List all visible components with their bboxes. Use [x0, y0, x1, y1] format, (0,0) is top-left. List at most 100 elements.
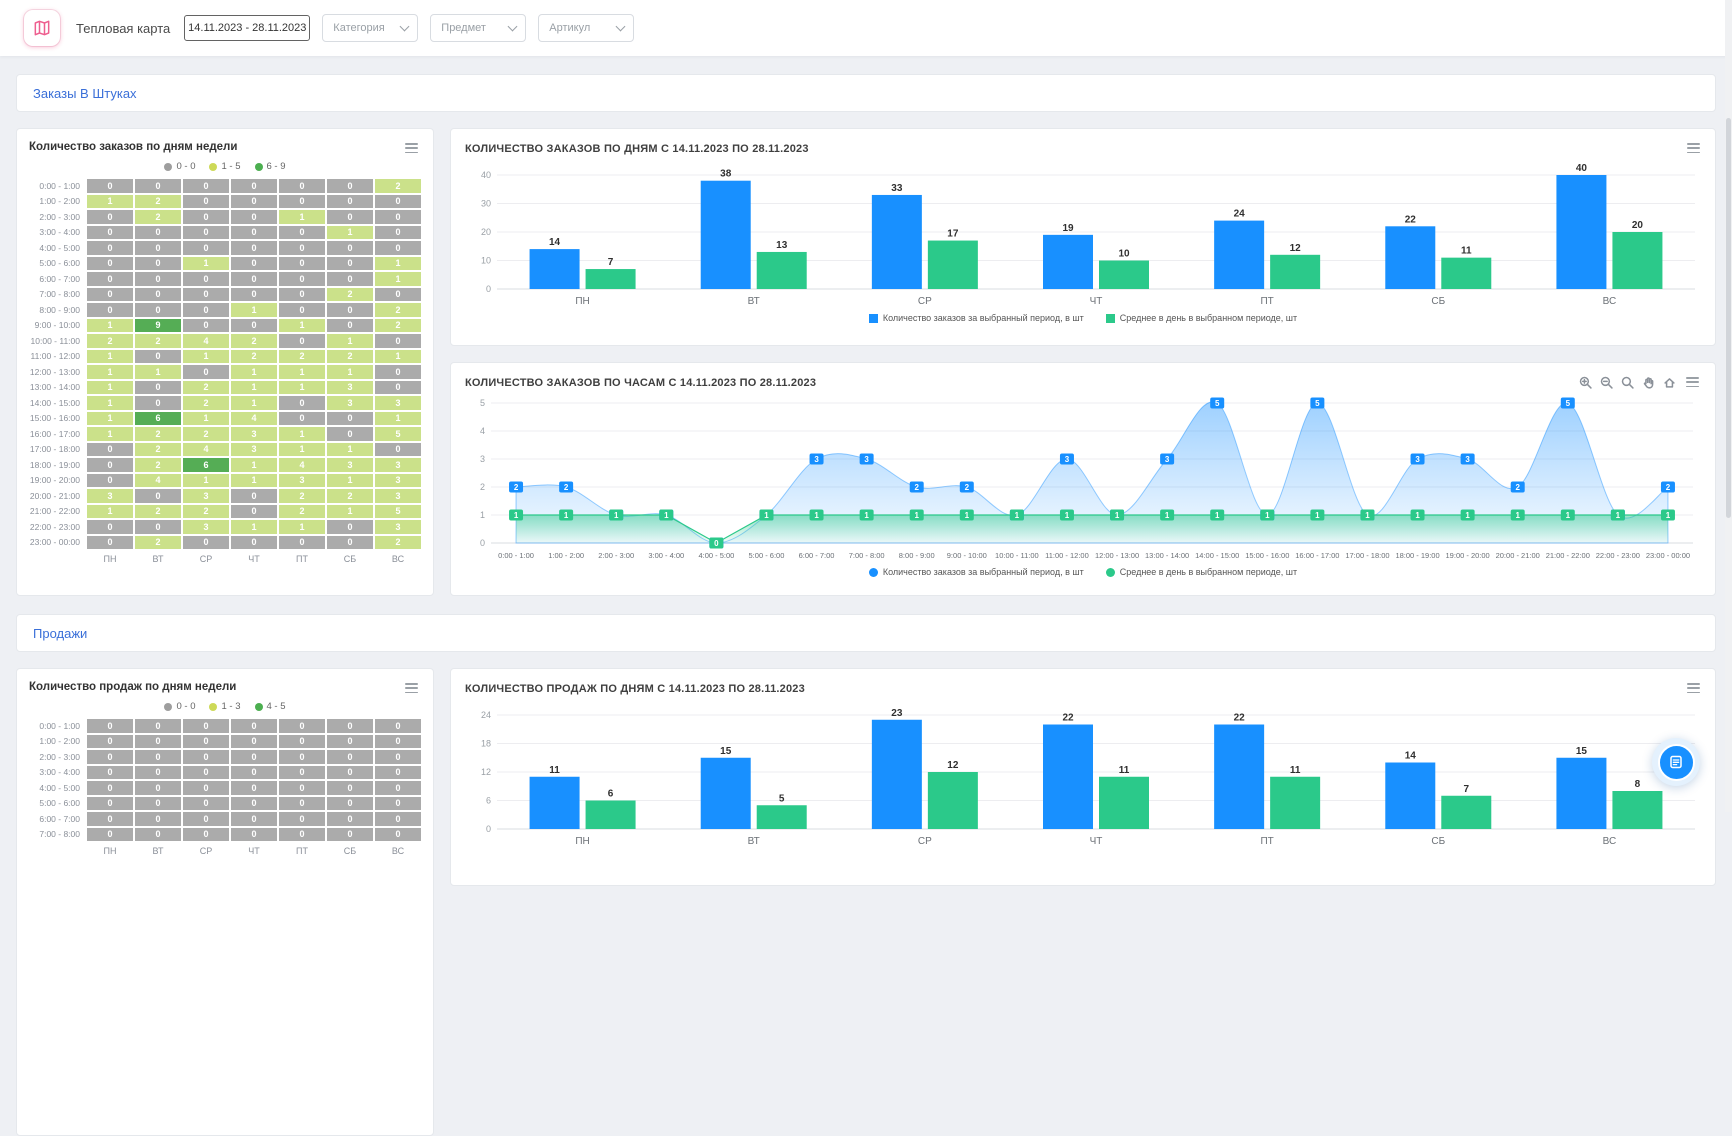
heatmap-cell: 1 [231, 396, 277, 410]
hour-label: 21:00 - 22:00 [29, 506, 80, 517]
heatmap-cell: 0 [183, 303, 229, 317]
x-axis-label: 3:00 - 4:00 [648, 551, 684, 560]
heatmap-cell: 1 [231, 365, 277, 379]
bar-value-label: 13 [776, 240, 788, 251]
subject-select[interactable]: Предмет [430, 14, 527, 42]
point-label-value: 1 [1515, 511, 1520, 520]
sales-section-title[interactable]: Продажи [33, 626, 87, 641]
heatmap-row: 12:00 - 13:00 1 1 0 1 1 1 0 [29, 365, 421, 379]
card-menu-icon[interactable] [403, 141, 420, 155]
heatmap-cell: 0 [375, 750, 421, 764]
y-tick-label: 0 [480, 538, 485, 548]
point-label-value: 3 [814, 455, 819, 464]
point-label-value: 1 [1616, 511, 1621, 520]
heatmap-cell: 4 [135, 473, 181, 487]
scrollbar-thumb[interactable] [1726, 118, 1731, 518]
heatmap-cell: 1 [279, 210, 325, 224]
legend-label: Среднее в день в выбранном периоде, шт [1119, 313, 1298, 323]
bar-value-label: 11 [1461, 246, 1472, 257]
heatmap-row: 10:00 - 11:00 2 2 4 2 0 1 0 [29, 334, 421, 348]
x-axis-label: ВС [1603, 296, 1617, 307]
x-axis-label: СР [918, 836, 932, 847]
category-select[interactable]: Категория [322, 14, 419, 42]
heatmap-cell: 3 [375, 520, 421, 534]
heatmap-cell: 0 [279, 194, 325, 208]
heatmap-cell: 0 [135, 179, 181, 193]
bar-value-label: 8 [1635, 779, 1641, 790]
x-axis-label: ПН [575, 836, 589, 847]
heatmap-cell: 1 [375, 272, 421, 286]
feedback-fab[interactable] [1652, 738, 1700, 786]
x-axis-label: ЧТ [1090, 836, 1103, 847]
date-range-input[interactable] [184, 15, 311, 41]
heatmap-cell: 5 [375, 504, 421, 518]
search-icon[interactable] [1621, 376, 1634, 389]
bar-value-label: 7 [608, 257, 614, 268]
heatmap-cell: 0 [135, 225, 181, 239]
x-axis-label: 16:00 - 17:00 [1295, 551, 1339, 560]
heatmap-grid: 0:00 - 1:00 0 0 0 0 0 0 0 1:00 - 2:00 0 0 0 0 0 0 0 2:00… [29, 719, 421, 856]
card-menu-icon[interactable] [1685, 681, 1702, 695]
app-logo[interactable] [24, 10, 60, 46]
heatmap-cell: 1 [279, 427, 325, 441]
orders-section-title[interactable]: Заказы В Штуках [33, 86, 137, 101]
heatmap-cell: 2 [279, 504, 325, 518]
heatmap-cell: 0 [279, 287, 325, 301]
zoom-in-icon[interactable] [1579, 376, 1592, 389]
heatmap-columns: ПН ВТ СР ЧТ ПТ СБ ВС [29, 554, 421, 564]
heatmap-legend-item: 1 - 3 [209, 701, 241, 712]
heatmap-cell: 0 [231, 796, 277, 810]
home-icon[interactable] [1663, 376, 1676, 389]
day-label: СБ [343, 846, 357, 856]
bar-value-label: 12 [947, 760, 959, 771]
chart-title: КОЛИЧЕСТВО ПРОДАЖ ПО ДНЯМ С 14.11.2023 П… [465, 683, 805, 695]
heatmap-cell: 2 [135, 442, 181, 456]
heatmap-cell: 0 [135, 719, 181, 733]
heatmap-cell: 0 [375, 210, 421, 224]
heatmap-cell: 4 [183, 442, 229, 456]
hour-label: 19:00 - 20:00 [29, 475, 80, 486]
heatmap-cell: 3 [231, 442, 277, 456]
bar [529, 249, 580, 289]
card-menu-icon[interactable] [1685, 141, 1702, 155]
card-menu-icon[interactable] [403, 681, 420, 695]
orders-by-hour-chart: 0123452211013322131351513325121111011111… [480, 397, 1693, 560]
hour-label: 5:00 - 6:00 [39, 258, 80, 269]
bar [1270, 254, 1321, 289]
zoom-out-icon[interactable] [1600, 376, 1613, 389]
bar [1612, 232, 1663, 289]
heatmap-cell: 0 [375, 334, 421, 348]
heatmap-cell: 1 [231, 473, 277, 487]
heatmap-cell: 2 [375, 303, 421, 317]
heatmap-cell: 2 [327, 489, 373, 503]
heatmap-cell: 0 [135, 827, 181, 841]
x-axis-label: 13:00 - 14:00 [1145, 551, 1189, 560]
heatmap-cell: 0 [87, 750, 133, 764]
x-axis-label: 17:00 - 18:00 [1345, 551, 1389, 560]
heatmap-cell: 1 [135, 365, 181, 379]
heatmap-row: 5:00 - 6:00 0 0 0 0 0 0 0 [29, 796, 421, 810]
point-label-value: 1 [614, 511, 619, 520]
point-label-value: 1 [1165, 511, 1170, 520]
day-label: ПН [103, 554, 117, 564]
heatmap-cell: 2 [183, 427, 229, 441]
x-axis-label: ПТ [1260, 296, 1273, 307]
heatmap-cell: 0 [279, 396, 325, 410]
article-select[interactable]: Артикул [538, 14, 635, 42]
heatmap-cell: 2 [183, 396, 229, 410]
x-axis-label: 6:00 - 7:00 [799, 551, 835, 560]
heatmap-cell: 2 [279, 349, 325, 363]
pan-hand-icon[interactable] [1642, 376, 1655, 389]
heatmap-cell: 0 [231, 241, 277, 255]
heatmap-cell: 0 [327, 318, 373, 332]
card-menu-icon[interactable] [1684, 375, 1701, 389]
x-axis-label: 8:00 - 9:00 [899, 551, 935, 560]
hour-label: 11:00 - 12:00 [30, 351, 80, 362]
legend-item: Количество заказов за выбранный период, … [868, 567, 1084, 577]
heatmap-row: 21:00 - 22:00 1 2 2 0 2 1 5 [29, 504, 421, 518]
bar-value-label: 12 [1290, 243, 1302, 254]
heatmap-row: 3:00 - 4:00 0 0 0 0 0 1 0 [29, 225, 421, 239]
hour-label: 6:00 - 7:00 [39, 273, 80, 284]
heatmap-cell: 0 [231, 225, 277, 239]
sales-heatmap-card: Количество продаж по дням недели 0 - 0 1 … [16, 668, 434, 1136]
